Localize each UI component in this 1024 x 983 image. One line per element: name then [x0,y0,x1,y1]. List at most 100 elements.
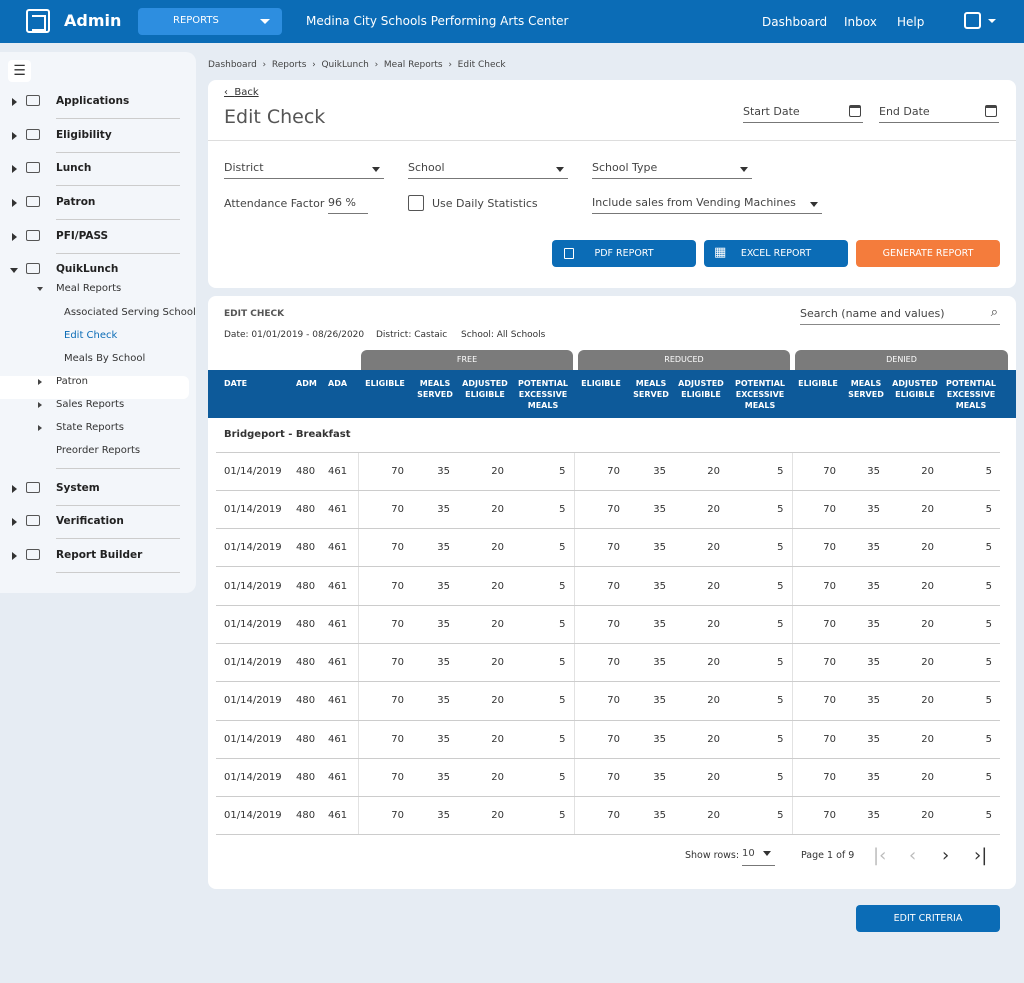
table-cell: 35 [412,720,458,759]
caret-right-icon [12,98,17,106]
table-cell: 35 [628,605,674,644]
table-cell: 70 [357,643,412,683]
chevron-down-icon[interactable] [988,19,996,23]
org-name: Medina City Schools Performing Arts Cent… [306,14,569,28]
last-page-icon[interactable]: ›| [974,845,987,866]
table-cell: 20 [888,528,942,568]
table-row: 01/14/2019 480 461 70 35 20 5 70 35 20 5 70 35 20 5 [216,796,1000,836]
table-cell: 35 [412,566,458,606]
back-link[interactable]: ‹ Back [224,87,259,98]
table-cell: 20 [458,643,512,683]
show-rows-select[interactable]: 10 [742,848,775,866]
end-date-field[interactable]: End Date [879,105,999,123]
module-dropdown[interactable]: REPORTS [138,8,282,35]
start-date-field[interactable]: Start Date [743,105,863,123]
table-cell: 480 [288,758,320,798]
table-cell: 5 [512,681,574,721]
active-highlight [0,376,189,399]
use-daily-label: Use Daily Statistics [432,197,538,210]
table-cell: 20 [888,452,942,491]
attendance-input[interactable]: 96 % [328,196,368,214]
table-cell: 35 [628,720,674,759]
table-cell: 35 [844,490,888,530]
pdf-report-button[interactable]: PDF REPORT [552,240,696,267]
sidebar-item-verification[interactable]: Verification [0,510,196,539]
menu-icon[interactable]: ☰ [8,60,31,82]
caret-down-icon [37,287,43,291]
table-cell: 5 [728,720,792,759]
table-cell: 20 [458,566,512,606]
school-type-select[interactable]: School Type [592,161,752,179]
search-input[interactable]: Search (name and values) ⌕ [800,305,1000,325]
table-cell: 35 [844,643,888,683]
table-cell: 01/14/2019 [216,490,288,530]
table-cell: 20 [674,566,728,606]
table-cell: 5 [942,681,1000,721]
first-page-icon[interactable]: |‹ [873,845,886,866]
table-cell: 480 [288,490,320,530]
sidebar-item-pfi-pass[interactable]: PFI/PASS [0,225,196,254]
breadcrumb-item[interactable]: Reports [272,60,307,70]
sidebar-sub-item[interactable]: Patron [56,376,88,387]
sidebar-sub-item[interactable]: State Reports [56,422,124,433]
sidebar-item-lunch[interactable]: Lunch [0,157,196,186]
sidebar-sub-item[interactable]: Associated Serving School [64,307,196,318]
sidebar-item-eligibility[interactable]: Eligibility [0,124,196,153]
table-row: 01/14/2019 480 461 70 35 20 5 70 35 20 5 70 35 20 5 [216,528,1000,568]
page-indicator: Page 1 of 9 [801,850,855,861]
caret-right-icon [12,199,17,207]
next-page-icon[interactable]: › [942,845,949,866]
table-cell: 01/14/2019 [216,605,288,644]
table-row: 01/14/2019 480 461 70 35 20 5 70 35 20 5 70 35 20 5 [216,681,1000,721]
breadcrumb-item[interactable]: Meal Reports [384,60,443,70]
sidebar-sub-item[interactable]: Edit Check [64,330,117,341]
table-cell: 70 [573,720,628,759]
use-daily-checkbox[interactable] [408,195,424,211]
table-cell: 35 [628,528,674,568]
table-cell: 01/14/2019 [216,681,288,721]
district-select[interactable]: District [224,161,384,179]
sidebar-item-report-builder[interactable]: Report Builder [0,544,196,573]
sidebar-item-patron[interactable]: Patron [0,191,196,220]
table-cell: 35 [412,528,458,568]
table-cell: 20 [674,796,728,836]
calendar-icon[interactable] [985,105,997,117]
search-icon[interactable]: ⌕ [991,305,998,320]
sidebar-sub-item[interactable]: Sales Reports [56,399,124,410]
column-header: ADJUSTED ELIGIBLE [458,370,512,418]
table-cell: 5 [942,605,1000,644]
column-header: ADJUSTED ELIGIBLE [888,370,942,418]
user-icon[interactable] [964,12,981,29]
sidebar-item-applications[interactable]: Applications [0,90,196,119]
nav-dashboard[interactable]: Dashboard [762,15,827,29]
table-cell: 35 [844,681,888,721]
table-cell: 5 [942,490,1000,530]
sidebar-sub-item[interactable]: Meals By School [64,353,145,364]
sidebar-item-label: Verification [56,515,124,527]
breadcrumb-item[interactable]: Dashboard [208,60,257,70]
table-cell: 20 [674,643,728,683]
breadcrumb-item[interactable]: QuikLunch [321,60,368,70]
caret-right-icon [12,132,17,140]
school-select[interactable]: School [408,161,568,179]
column-header: POTENTIAL EXCESSIVE MEALS [512,370,574,418]
sidebar-sub-item[interactable]: Preorder Reports [56,445,140,456]
sidebar-item-system[interactable]: System [0,477,196,506]
sidebar-item-quiklunch[interactable]: QuikLunch [0,258,196,282]
sidebar-item-label: System [56,482,100,494]
generate-report-button[interactable]: GENERATE REPORT [856,240,1000,267]
vending-select[interactable]: Include sales from Vending Machines [592,196,822,214]
table-cell: 70 [573,528,628,568]
table-cell: 20 [458,758,512,798]
edit-criteria-button[interactable]: EDIT CRITERIA [856,905,1000,932]
prev-page-icon[interactable]: ‹ [909,845,916,866]
table-cell: 20 [674,758,728,798]
excel-report-button[interactable]: ▦ EXCEL REPORT [704,240,848,267]
table-cell: 35 [844,796,888,836]
nav-help[interactable]: Help [897,15,924,29]
nav-inbox[interactable]: Inbox [844,15,877,29]
table-cell: 70 [573,605,628,644]
sidebar-meal-reports[interactable]: Meal Reports [56,283,121,294]
calendar-icon[interactable] [849,105,861,117]
table-cell: 70 [357,796,412,836]
